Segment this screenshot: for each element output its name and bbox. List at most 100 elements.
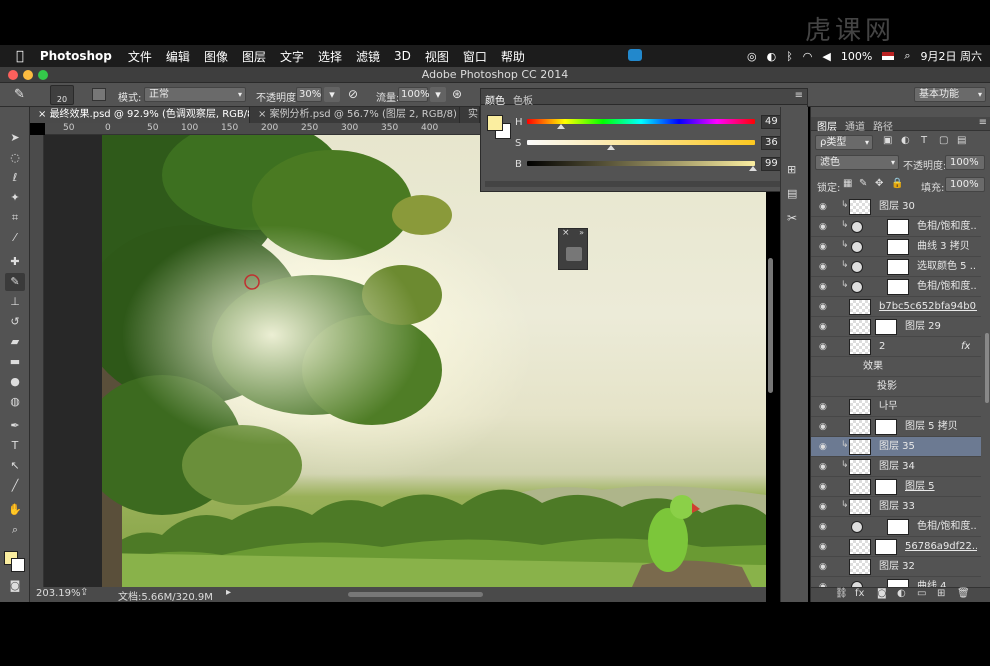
camera-icon[interactable] <box>628 49 642 61</box>
history-brush-tool-icon[interactable]: ↺ <box>5 313 25 331</box>
add-mask-icon[interactable]: ◙ <box>877 588 887 599</box>
brush-preset-dropdown[interactable]: 20 <box>50 85 74 105</box>
visibility-eye-icon[interactable]: ◉ <box>819 321 831 333</box>
pressure-opacity-icon[interactable]: ⊘ <box>348 87 358 101</box>
close-icon[interactable]: × <box>258 109 270 120</box>
layer-thumbnail[interactable] <box>849 199 871 215</box>
lock-transparent-icon[interactable]: ▦ <box>843 178 852 189</box>
lock-all-icon[interactable]: 🔒 <box>891 178 903 189</box>
clone-stamp-tool-icon[interactable]: ⊥ <box>5 293 25 311</box>
layer-mask-thumbnail[interactable] <box>875 319 897 335</box>
airbrush-icon[interactable]: ⊛ <box>452 87 462 101</box>
status-menu-arrow-icon[interactable]: ▸ <box>226 587 231 598</box>
visibility-eye-icon[interactable]: ◉ <box>819 441 831 453</box>
layer-thumbnail[interactable] <box>849 499 871 515</box>
opacity-input[interactable]: 30% <box>296 87 322 102</box>
layer-mask-thumbnail[interactable] <box>887 579 909 587</box>
layer-opacity-input[interactable]: 100% <box>945 155 985 170</box>
apple-icon[interactable]:  <box>16 49 24 64</box>
layer-thumbnail[interactable] <box>849 419 871 435</box>
eraser-tool-icon[interactable]: ▰ <box>5 333 25 351</box>
layer-row[interactable]: ◉ ↳ 色相/饱和度... <box>811 277 981 297</box>
layers-scrollbar-thumb[interactable] <box>985 333 989 403</box>
layer-mask-thumbnail[interactable] <box>887 219 909 235</box>
layer-mask-thumbnail[interactable] <box>875 539 897 555</box>
zoom-window-button[interactable] <box>38 70 48 80</box>
blur-tool-icon[interactable]: ● <box>5 373 25 391</box>
fill-input[interactable]: 100% <box>945 177 985 192</box>
panel-dock-icon[interactable]: ▤ <box>787 187 797 200</box>
visibility-eye-icon[interactable]: ◉ <box>819 541 831 553</box>
close-window-button[interactable] <box>8 70 18 80</box>
close-icon[interactable]: × <box>38 109 50 120</box>
layer-thumbnail[interactable] <box>849 539 871 555</box>
visibility-eye-icon[interactable]: ◉ <box>819 301 831 313</box>
brightness-slider[interactable] <box>527 161 755 166</box>
menu-layer[interactable]: 图层 <box>242 48 266 65</box>
creative-cloud-icon[interactable]: ◎ <box>747 50 757 63</box>
layer-thumbnail[interactable] <box>849 339 871 355</box>
menu-3d[interactable]: 3D <box>394 49 411 63</box>
properties-icon[interactable] <box>566 247 582 261</box>
workspace-select[interactable]: 基本功能 ▾ <box>914 87 986 102</box>
panel-dock-icon[interactable]: ⊞ <box>787 163 796 176</box>
layer-row[interactable]: ◉ 色相/饱和度... <box>811 517 981 537</box>
visibility-eye-icon[interactable]: ◉ <box>819 401 831 413</box>
color-foreground-swatch[interactable] <box>487 115 503 131</box>
horizontal-scrollbar-thumb[interactable] <box>348 592 483 597</box>
menu-edit[interactable]: 编辑 <box>166 48 190 65</box>
dodge-tool-icon[interactable]: ◍ <box>5 393 25 411</box>
visibility-eye-icon[interactable]: ◉ <box>819 261 831 273</box>
vertical-scrollbar-thumb[interactable] <box>768 258 773 393</box>
search-icon[interactable]: ⌕ <box>904 49 910 63</box>
layer-thumbnail[interactable] <box>849 479 871 495</box>
close-icon[interactable]: × <box>562 228 570 238</box>
layer-mask-thumbnail[interactable] <box>875 479 897 495</box>
menu-file[interactable]: 文件 <box>128 48 152 65</box>
layer-mask-thumbnail[interactable] <box>887 259 909 275</box>
brush-tool-icon[interactable]: ✎ <box>14 87 25 102</box>
menu-window[interactable]: 窗口 <box>463 48 487 65</box>
collapse-icon[interactable]: » <box>579 228 584 237</box>
share-icon[interactable]: ⇪ <box>80 587 88 598</box>
layer-row[interactable]: ◉ 图层 5 <box>811 477 981 497</box>
tab-layers[interactable]: 图层 <box>817 118 837 133</box>
visibility-eye-icon[interactable]: ◉ <box>819 521 831 533</box>
delete-layer-icon[interactable]: 🗑 <box>957 588 970 599</box>
layer-row[interactable]: ◉ 曲线 4 <box>811 577 981 587</box>
layer-row[interactable]: ◉ 2 fx <box>811 337 981 357</box>
flag-icon[interactable] <box>882 52 895 60</box>
layer-row[interactable]: 投影 <box>811 377 981 397</box>
layer-thumbnail[interactable] <box>849 559 871 575</box>
adjustment-layer-icon[interactable]: ◐ <box>897 588 906 599</box>
healing-brush-tool-icon[interactable]: ✚ <box>5 253 25 271</box>
menu-filter[interactable]: 滤镜 <box>356 48 380 65</box>
opacity-dropdown-button[interactable]: ▾ <box>324 87 340 102</box>
layer-row[interactable]: ◉ ↳ 图层 33 <box>811 497 981 517</box>
menu-view[interactable]: 视图 <box>425 48 449 65</box>
layer-thumbnail[interactable] <box>849 299 871 315</box>
layer-mask-thumbnail[interactable] <box>887 519 909 535</box>
move-tool-icon[interactable]: ➤ <box>5 129 25 147</box>
visibility-eye-icon[interactable]: ◉ <box>819 461 831 473</box>
battery-label[interactable]: 100% <box>841 50 872 63</box>
flow-input[interactable]: 100% <box>398 87 430 102</box>
layer-style-icon[interactable]: fx <box>855 588 864 599</box>
visibility-eye-icon[interactable]: ◉ <box>819 241 831 253</box>
panel-menu-icon[interactable]: ≡ <box>795 90 803 101</box>
layer-thumbnail[interactable] <box>849 319 871 335</box>
menu-type[interactable]: 文字 <box>280 48 304 65</box>
tab-case-analysis[interactable]: × 案例分析.psd @ 56.7% (图层 2, RGB/8) * <box>250 107 460 123</box>
layer-mask-thumbnail[interactable] <box>887 279 909 295</box>
line-tool-icon[interactable]: ╱ <box>5 477 25 495</box>
zoom-tool-icon[interactable]: ⌕ <box>5 521 25 539</box>
tab-third[interactable]: 实 <box>460 107 480 123</box>
marquee-tool-icon[interactable]: ◌ <box>5 149 25 167</box>
wechat-icon[interactable]: ◐ <box>767 50 777 63</box>
bluetooth-icon[interactable]: ᛒ <box>786 50 793 63</box>
flow-dropdown-button[interactable]: ▾ <box>430 87 446 102</box>
spectrum-bar[interactable] <box>485 181 803 187</box>
layer-row[interactable]: 效果 <box>811 357 981 377</box>
filter-pixel-icon[interactable]: ▣ <box>883 135 892 146</box>
type-tool-icon[interactable]: T <box>5 437 25 455</box>
